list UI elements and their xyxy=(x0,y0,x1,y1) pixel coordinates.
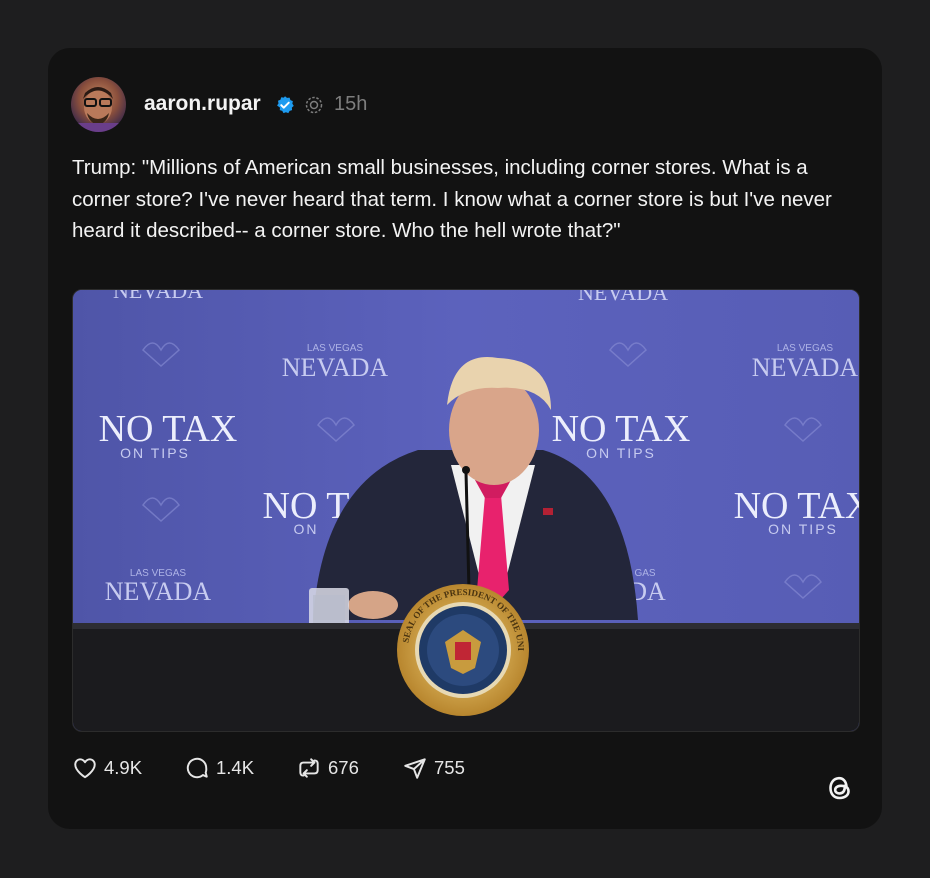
share-button[interactable]: 755 xyxy=(402,754,465,782)
repost-count: 676 xyxy=(328,757,359,778)
like-button[interactable]: 4.9K xyxy=(72,754,142,782)
repost-button[interactable]: 676 xyxy=(296,754,359,782)
threads-logo-icon[interactable] xyxy=(822,770,858,806)
reply-button[interactable]: 1.4K xyxy=(184,754,254,782)
send-icon xyxy=(404,758,426,779)
post-video[interactable]: NEVADA NEVADA LAS VEGAS NEVADA LAS VEGAS… xyxy=(72,289,860,732)
avatar-image xyxy=(71,87,126,132)
backdrop-text: NO TAX xyxy=(99,408,238,450)
reply-count: 1.4K xyxy=(216,757,255,778)
heart-icon xyxy=(74,758,96,779)
video-frame: NEVADA NEVADA LAS VEGAS NEVADA LAS VEGAS… xyxy=(73,290,859,731)
backdrop-text: NEVADA xyxy=(105,577,212,606)
backdrop-text: ON xyxy=(294,521,319,537)
backdrop-text: ON TIPS xyxy=(768,521,838,537)
post-card: aaron.rupar 15h Trump: "Millions of Amer… xyxy=(48,48,882,829)
backdrop-text: NEVADA xyxy=(282,353,389,382)
comment-icon xyxy=(186,757,208,779)
avatar[interactable] xyxy=(71,77,126,132)
backdrop-text: NEVADA xyxy=(752,353,859,382)
repost-icon xyxy=(299,758,319,778)
post-text: Trump: "Millions of American small busin… xyxy=(72,156,832,242)
backdrop-text: NEVADA xyxy=(113,290,203,303)
share-count: 755 xyxy=(434,757,465,778)
post-timestamp[interactable]: 15h xyxy=(334,93,367,116)
ai-info-icon[interactable] xyxy=(304,95,324,115)
verified-badge-icon xyxy=(277,96,294,114)
backdrop-text: ON TIPS xyxy=(120,445,190,461)
backdrop-text: NO TAX xyxy=(552,408,691,450)
backdrop-text: ON TIPS xyxy=(586,445,656,461)
backdrop-text: NEVADA xyxy=(578,290,668,305)
username[interactable]: aaron.rupar xyxy=(144,92,261,116)
like-count: 4.9K xyxy=(104,757,143,778)
